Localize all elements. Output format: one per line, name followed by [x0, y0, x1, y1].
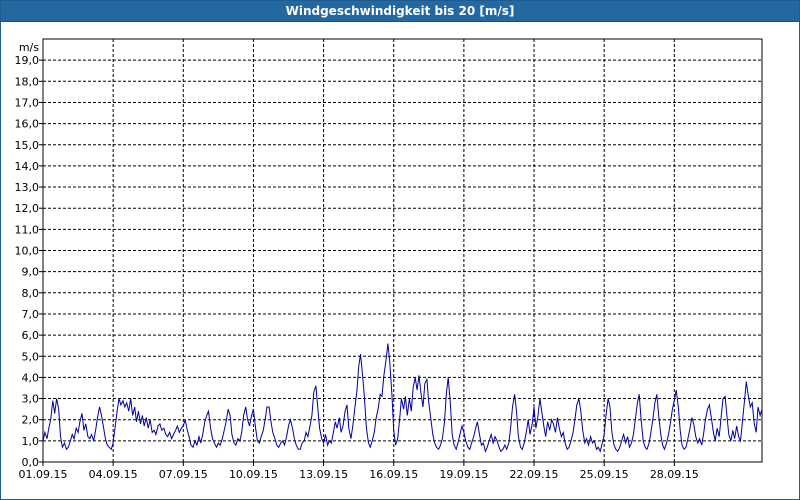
y-tick-label: 7,0	[22, 308, 40, 321]
y-tick-label: 14,0	[15, 160, 40, 173]
y-tick-label: 4,0	[22, 371, 40, 384]
y-tick-label: 19,0	[15, 54, 40, 67]
chart-window: Windgeschwindigkeit bis 20 [m/s] 0,0 1,0 2…	[0, 0, 800, 500]
y-tick-label: 3,0	[22, 393, 40, 406]
x-tick-label: 07.09.15	[159, 468, 208, 481]
x-tick-label: 22.09.15	[510, 468, 559, 481]
y-tick-label: 5,0	[22, 350, 40, 363]
x-tick-label: 19.09.15	[439, 468, 488, 481]
y-tick-label: 1,0	[22, 435, 40, 448]
y-tick-label: 9,0	[22, 266, 40, 279]
chart-title: Windgeschwindigkeit bis 20 [m/s]	[1, 1, 799, 22]
x-tick-label: 04.09.15	[89, 468, 138, 481]
y-tick-label: 17,0	[15, 96, 40, 109]
grid-lines	[43, 39, 762, 462]
y-tick-label: 6,0	[22, 329, 40, 342]
y-tick-label: 16,0	[15, 118, 40, 131]
y-tick-label: 10,0	[15, 245, 40, 258]
y-tick-label: 8,0	[22, 287, 40, 300]
x-tick-label: 13.09.15	[299, 468, 348, 481]
x-tick-label: 10.09.15	[229, 468, 278, 481]
y-tick-label: 12,0	[15, 202, 40, 215]
x-tick-label: 28.09.15	[650, 468, 699, 481]
y-tick-label: 2,0	[22, 414, 40, 427]
wind-speed-series-line	[42, 343, 763, 453]
wind-speed-chart: 0,01,02,03,04,05,06,07,08,09,010,011,012…	[15, 38, 763, 481]
x-tick-label: 01.09.15	[19, 468, 68, 481]
y-tick-label: 13,0	[15, 181, 40, 194]
x-tick-label: 25.09.15	[580, 468, 629, 481]
y-tick-label: 15,0	[15, 139, 40, 152]
y-axis-unit-label: m/s	[19, 41, 39, 54]
x-axis: 01.09.15 04.09.15 07.09.15 10.09.15 13.09.15…	[19, 462, 699, 481]
y-tick-label: 11,0	[15, 223, 40, 236]
y-tick-label: 18,0	[15, 75, 40, 88]
y-axis: 0,01,02,03,04,05,06,07,08,09,010,011,012…	[15, 54, 43, 469]
x-tick-label: 16.09.15	[369, 468, 418, 481]
